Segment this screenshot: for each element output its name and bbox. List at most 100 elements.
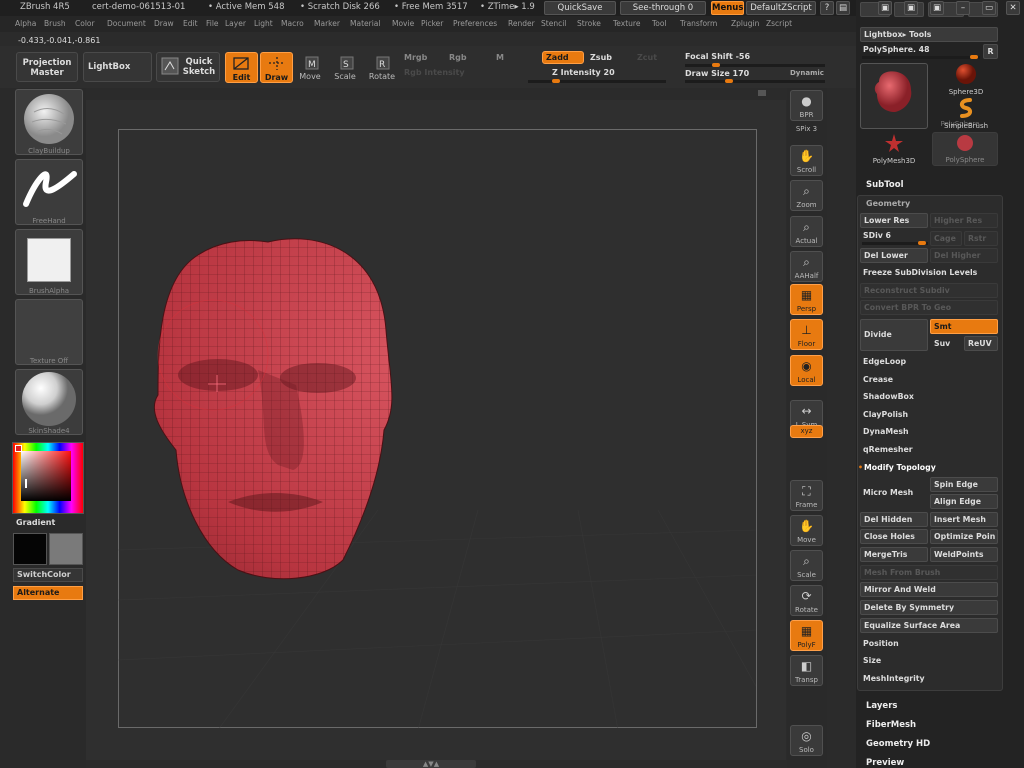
draw-size-handle[interactable] [724,79,733,83]
tool-thumb-polysphere-main[interactable]: PolySphere [860,63,980,129]
edgeloop-section[interactable]: EdgeLoop [863,357,906,366]
insert-mesh-button[interactable]: Insert Mesh [930,512,998,527]
geometry-section[interactable]: Geometry [866,199,910,208]
shelf-actual-button[interactable]: ⌕ Actual [790,216,823,247]
menu-material[interactable]: Material [350,19,380,28]
menu-draw[interactable]: Draw [154,19,174,28]
stroke-thumbnail[interactable]: FreeHand [15,159,83,225]
lower-res-button[interactable]: Lower Res [860,213,928,228]
shelf-local-button[interactable]: ◉ Local [790,355,823,386]
lock-alt-icon[interactable]: ▣ [930,1,944,15]
gradient-label[interactable]: Gradient [16,518,55,527]
reconstruct-subdiv-button[interactable]: Reconstruct Subdiv [860,283,998,298]
mrgb-button[interactable]: Mrgb [404,53,427,62]
claypolish-section[interactable]: ClayPolish [863,410,908,419]
lightbox-button[interactable]: LightBox [83,52,152,82]
sdiv-handle[interactable] [918,241,926,245]
tool-thumb-polysphere[interactable]: PolySphere [932,132,998,166]
cage-button[interactable]: Cage [930,231,962,246]
reuv-button[interactable]: ReUV [964,336,998,351]
shelf-transp-button[interactable]: ◧ Transp [790,655,823,686]
menu-color[interactable]: Color [75,19,95,28]
menu-marker[interactable]: Marker [314,19,340,28]
menu-document[interactable]: Document [107,19,146,28]
layers-section[interactable]: Layers [866,701,897,711]
modify-topology-section[interactable]: Modify Topology [864,463,936,472]
menu-tool[interactable]: Tool [652,19,667,28]
tool-thumb-sphere3d[interactable]: Sphere3D [935,63,997,96]
material-thumbnail[interactable]: SkinShade4 [15,369,83,435]
shelf-aahalf-button[interactable]: ⌕ AAHalf [790,251,823,282]
3d-head-model[interactable] [118,130,756,728]
shelf-persp-button[interactable]: ▦ Persp [790,284,823,315]
zcut-button[interactable]: Zcut [637,53,657,62]
tool-slider-track[interactable] [862,56,980,59]
alpha-thumbnail[interactable]: BrushAlpha [15,229,83,295]
color-saturation-square[interactable] [21,451,71,501]
shelf-scale-button[interactable]: ⌕ Scale [790,550,823,581]
texture-thumbnail[interactable]: Texture Off [15,299,83,365]
m-button[interactable]: M [496,53,504,62]
crease-section[interactable]: Crease [863,375,893,384]
default-zscript-button[interactable]: DefaultZScript [746,1,816,15]
shelf-scroll-button[interactable]: ✋ Scroll [790,145,823,176]
preview-section[interactable]: Preview [866,758,904,768]
draw-size-slider[interactable]: Draw Size 170 [685,69,749,78]
menu-transform[interactable]: Transform [680,19,717,28]
del-higher-button[interactable]: Del Higher [930,248,998,263]
tool-thumb-simplebrush[interactable]: SimpleBrush [935,97,997,130]
rgb-button[interactable]: Rgb [449,53,467,62]
projection-master-button[interactable]: Projection Master [16,52,78,82]
menu-picker[interactable]: Picker [421,19,443,28]
align-edge-button[interactable]: Align Edge [930,494,998,509]
shelf-xyz-button[interactable]: xyz [790,425,823,438]
shadowbox-section[interactable]: ShadowBox [863,392,914,401]
bottom-tray-toggle[interactable]: ▲▼▲ [386,760,476,768]
shelf-bpr-button[interactable]: ● BPR [790,90,823,121]
minimize-icon[interactable]: – [956,1,970,15]
menu-zscript[interactable]: Zscript [766,19,792,28]
help-icon[interactable]: ? [820,1,834,15]
del-hidden-button[interactable]: Del Hidden [860,512,928,527]
z-intensity-handle[interactable] [551,79,560,83]
geometry-hd-section[interactable]: Geometry HD [866,739,930,749]
shelf-zoom-button[interactable]: ⌕ Zoom [790,180,823,211]
shelf-floor-button[interactable]: ⊥ Floor [790,319,823,350]
sdiv-slider[interactable]: SDiv 6 [863,231,891,240]
weldpoints-button[interactable]: WeldPoints [930,547,998,562]
focal-shift-track[interactable] [685,64,825,67]
menu-light[interactable]: Light [254,19,273,28]
menu-preferences[interactable]: Preferences [453,19,497,28]
qremesher-section[interactable]: qRemesher [863,445,913,454]
alternate-button[interactable]: Alternate [13,586,83,600]
optimize-points-button[interactable]: Optimize Poin [930,529,998,544]
shelf-solo-button[interactable]: ◎ Solo [790,725,823,756]
close-icon[interactable]: ✕ [1006,1,1020,15]
menu-stroke[interactable]: Stroke [577,19,601,28]
menus-button[interactable]: Menus [711,1,744,15]
menu-layer[interactable]: Layer [225,19,246,28]
focal-shift-handle[interactable] [711,63,720,67]
menu-zplugin[interactable]: Zplugin [731,19,759,28]
smt-toggle[interactable]: Smt [930,319,998,334]
mesh-from-brush-button[interactable]: Mesh From Brush [860,565,998,580]
menu-stencil[interactable]: Stencil [541,19,566,28]
dynamesh-section[interactable]: DynaMesh [863,427,909,436]
delete-by-symmetry-button[interactable]: Delete By Symmetry [860,600,998,615]
mergetris-button[interactable]: MergeTris [860,547,928,562]
quicksave-button[interactable]: QuickSave [544,1,616,15]
spin-edge-button[interactable]: Spin Edge [930,477,998,492]
zsub-button[interactable]: Zsub [590,53,612,62]
shelf-frame-button[interactable]: ⛶ Frame [790,480,823,511]
subtool-section[interactable]: SubTool [866,180,904,190]
suv-toggle[interactable]: Suv [934,339,950,348]
shelf-spix-button[interactable]: SPix 3 [790,123,823,137]
zadd-button[interactable]: Zadd [542,51,584,64]
close-holes-button[interactable]: Close Holes [860,529,928,544]
shelf-polyf-button[interactable]: ▦ PolyF [790,620,823,651]
tool-thumb-polymesh3d[interactable]: PolyMesh3D [860,132,928,166]
micro-mesh-button[interactable]: Micro Mesh [863,488,913,497]
draw-size-track[interactable] [685,80,825,83]
layout-icon[interactable]: ▤ [836,1,850,15]
secondary-color-swatch[interactable] [49,533,83,565]
